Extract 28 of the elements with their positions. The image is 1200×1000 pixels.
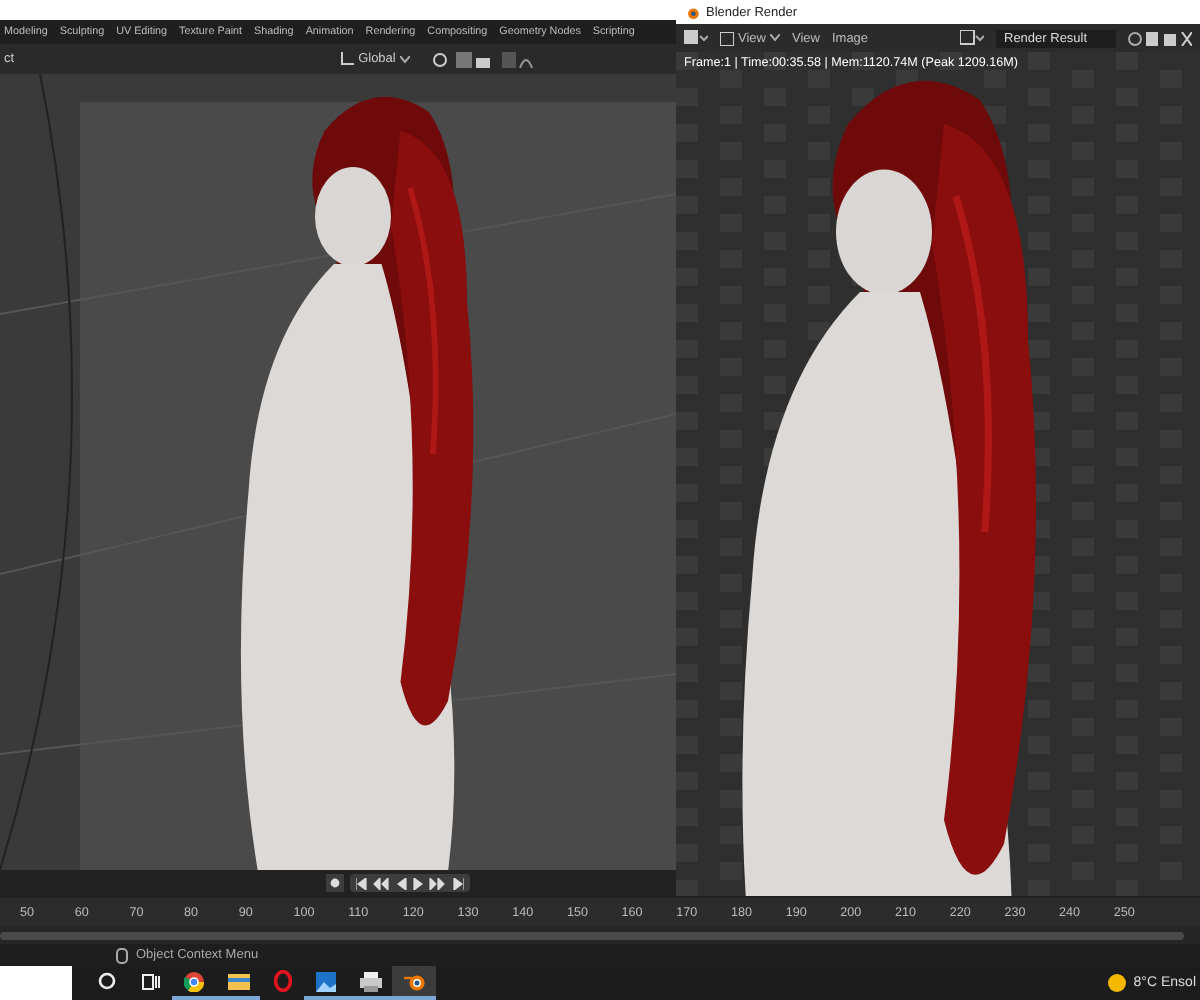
proportional-icon[interactable] bbox=[501, 51, 534, 67]
blender-logo-icon bbox=[403, 971, 425, 991]
toolbar-icons[interactable] bbox=[1128, 31, 1192, 45]
sun-icon bbox=[1107, 974, 1126, 992]
editor-type-icon[interactable] bbox=[684, 30, 708, 46]
image-icon[interactable] bbox=[960, 30, 984, 46]
folder-icon bbox=[227, 972, 249, 990]
caret-icon bbox=[399, 55, 410, 63]
photos-icon bbox=[316, 971, 336, 991]
record-icon[interactable] bbox=[326, 874, 344, 892]
playback-controls[interactable] bbox=[350, 874, 470, 892]
playback-icon bbox=[356, 877, 464, 889]
opera-icon bbox=[273, 970, 291, 992]
caret-icon bbox=[769, 34, 780, 42]
blender-logo-icon bbox=[684, 5, 700, 19]
mouse-icon bbox=[116, 947, 128, 963]
taskbar-app[interactable] bbox=[304, 966, 348, 1000]
taskbar-app[interactable] bbox=[392, 966, 436, 1000]
timeline-scrollbar[interactable] bbox=[0, 931, 1184, 939]
printer-icon bbox=[359, 971, 381, 991]
taskbar-app[interactable] bbox=[172, 966, 216, 1000]
image-icon bbox=[720, 31, 734, 45]
chrome-icon bbox=[184, 971, 204, 991]
search-field[interactable] bbox=[0, 966, 72, 1000]
axes-icon bbox=[340, 52, 355, 66]
search-circle-icon[interactable] bbox=[97, 972, 115, 990]
task-view-icon[interactable] bbox=[141, 973, 159, 989]
snap-icon[interactable] bbox=[431, 51, 492, 67]
